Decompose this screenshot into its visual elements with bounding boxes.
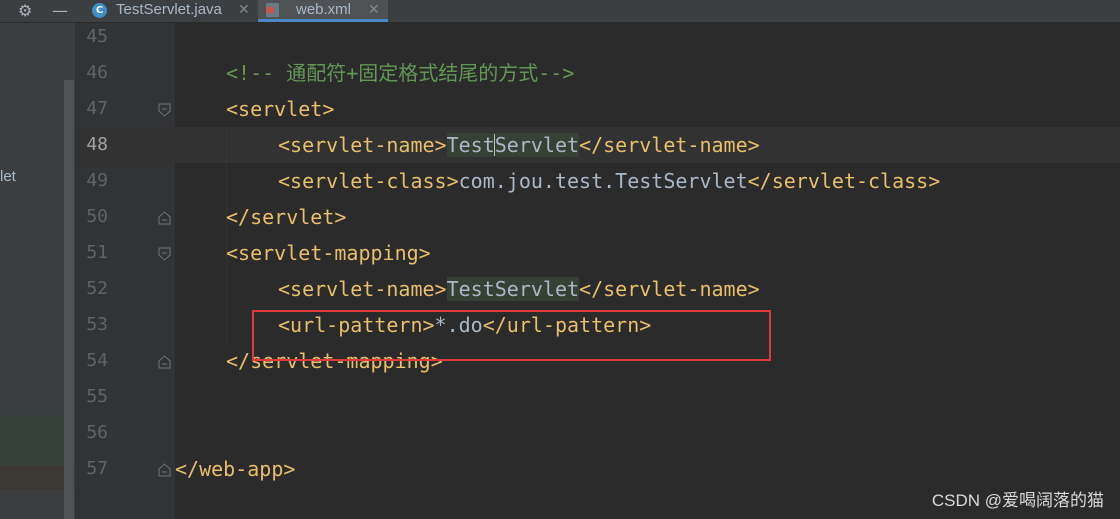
- line-number: 46: [86, 62, 108, 83]
- fold-open-icon[interactable]: [158, 103, 171, 117]
- watermark: CSDN @爱喝阔落的猫: [931, 491, 1104, 510]
- tab-testservlet-java[interactable]: C TestServlet.java ✕: [86, 0, 256, 22]
- xml-text: Test: [446, 133, 495, 157]
- line-number: 48: [86, 134, 108, 155]
- code-line-51: <servlet-mapping>: [226, 235, 431, 271]
- xml-tag: <servlet-class>: [278, 169, 459, 193]
- line-number: 45: [86, 26, 108, 47]
- xml-comment: <!-- 通配符+固定格式结尾的方式-->: [226, 61, 575, 85]
- line-number: 54: [86, 350, 108, 371]
- xml-tag: <servlet-name>: [278, 277, 447, 301]
- java-class-icon: C: [92, 3, 107, 18]
- line-number: 56: [86, 422, 108, 443]
- tab-label: web.xml: [296, 1, 352, 18]
- highlighted-text: TestServlet: [446, 133, 580, 157]
- xml-tag: </servlet-name>: [579, 277, 760, 301]
- line-number: 53: [86, 314, 108, 335]
- close-icon[interactable]: ✕: [238, 0, 250, 20]
- line-number: 47: [86, 98, 108, 119]
- code-line-48: <servlet-name>TestServlet</servlet-name>: [278, 127, 760, 163]
- minimize-icon[interactable]: —: [52, 0, 68, 22]
- xml-tag: </servlet-name>: [579, 133, 760, 157]
- code-line-47: <servlet>: [226, 91, 334, 127]
- code-line-57: </web-app>: [175, 451, 295, 487]
- highlighted-text: TestServlet: [446, 277, 580, 301]
- fold-close-icon[interactable]: [158, 211, 171, 225]
- xml-tag: </servlet-class>: [747, 169, 941, 193]
- line-number: 50: [86, 206, 108, 227]
- annotation-box: [252, 310, 771, 361]
- fold-close-icon[interactable]: [158, 355, 171, 369]
- xml-text: com.jou.test.TestServlet: [458, 169, 748, 193]
- code-line-50: </servlet>: [226, 199, 346, 235]
- xml-tag: </servlet>: [226, 205, 347, 229]
- tab-web-xml[interactable]: web.xml ✕: [258, 0, 388, 22]
- editor-tab-bar: ⚙ — C TestServlet.java ✕ web.xml ✕: [0, 0, 1120, 23]
- code-line-49: <servlet-class>com.jou.test.TestServlet<…: [278, 163, 940, 199]
- xml-tag: <servlet-name>: [278, 133, 447, 157]
- xml-text: Servlet: [494, 133, 580, 157]
- fold-open-icon[interactable]: [158, 247, 171, 261]
- line-number: 51: [86, 242, 108, 263]
- xml-tag: <servlet>: [226, 97, 335, 121]
- fold-close-icon[interactable]: [158, 463, 171, 477]
- code-line-52: <servlet-name>TestServlet</servlet-name>: [278, 271, 760, 307]
- line-number: 55: [86, 386, 108, 407]
- gear-icon[interactable]: ⚙: [18, 0, 32, 22]
- project-tree-item[interactable]: let: [0, 168, 16, 185]
- line-number: 52: [86, 278, 108, 299]
- xml-tag: <servlet-mapping>: [226, 241, 431, 265]
- code-line-46: <!-- 通配符+固定格式结尾的方式-->: [226, 55, 574, 91]
- project-panel-scrollbar[interactable]: [64, 80, 74, 519]
- close-icon[interactable]: ✕: [368, 0, 380, 20]
- line-number: 49: [86, 170, 108, 191]
- xml-tag: </web-app>: [175, 457, 296, 481]
- line-number: 57: [86, 458, 108, 479]
- tab-label: TestServlet.java: [116, 1, 222, 18]
- xml-file-icon: [266, 3, 279, 17]
